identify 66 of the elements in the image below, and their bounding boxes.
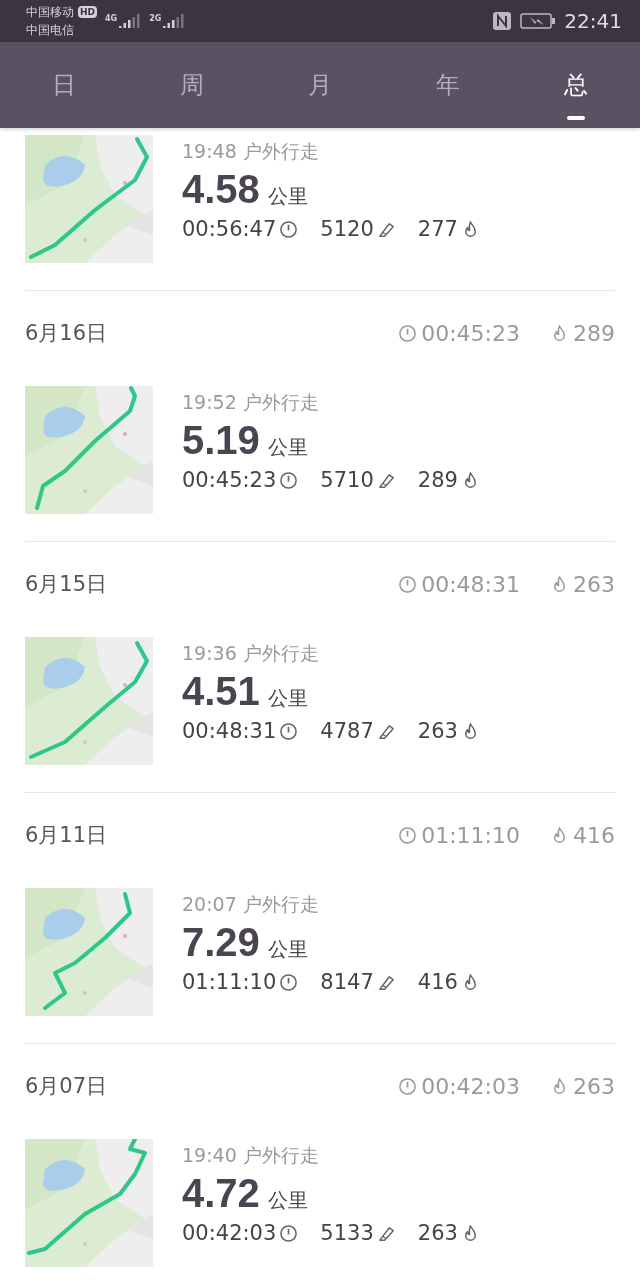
calorie-count: 277: [417, 217, 458, 241]
period-tab[interactable]: 年: [384, 42, 512, 128]
distance-value: 4.51: [182, 668, 260, 715]
distance-unit: 公里: [267, 183, 308, 210]
activity-title: 19:48 户外行走: [182, 139, 320, 163]
day-calories: 263: [573, 571, 615, 597]
hd-badge: HD: [78, 6, 97, 18]
step-count: 5133: [320, 1221, 374, 1245]
activity-duration: 00:42:03: [182, 1221, 277, 1245]
day-calories: 263: [573, 1073, 615, 1099]
step-count: 8147: [320, 970, 374, 994]
distance-value: 5.19: [182, 417, 260, 464]
clock-icon: [398, 574, 418, 594]
activity-duration: 00:48:31: [182, 719, 277, 743]
clock-icon: [279, 219, 299, 239]
day-date: 6月07日: [25, 1073, 109, 1100]
calorie-count: 263: [417, 719, 458, 743]
activity-duration: 00:45:23: [182, 468, 277, 492]
signal-icon: [163, 14, 186, 28]
carrier-name: 中国电信: [26, 22, 75, 39]
activity-title: 19:40 户外行走: [182, 1143, 320, 1167]
distance-unit: 公里: [267, 434, 308, 461]
step-count: 5120: [320, 217, 374, 241]
day-duration: 00:48:31: [421, 571, 520, 597]
clock-icon: [398, 323, 418, 343]
step-count: 4787: [320, 719, 374, 743]
clock-time: 22:41: [564, 9, 622, 33]
period-tab[interactable]: 月: [256, 42, 384, 128]
day-duration: 00:42:03: [421, 1073, 520, 1099]
calorie-count: 416: [417, 970, 458, 994]
day-duration: 01:11:10: [421, 822, 520, 848]
clock-icon: [279, 972, 299, 992]
battery-charging-icon: [520, 13, 557, 29]
network-type: 4G: [105, 14, 118, 23]
distance-unit: 公里: [267, 1187, 308, 1214]
distance-unit: 公里: [267, 936, 308, 963]
distance-value: 7.29: [182, 919, 260, 966]
calorie-count: 289: [417, 468, 458, 492]
clock-icon: [279, 1223, 299, 1243]
distance-unit: 公里: [267, 685, 308, 712]
distance-value: 4.72: [182, 1170, 260, 1217]
signal-icon: [119, 14, 142, 28]
clock-icon: [398, 1076, 418, 1096]
clock-icon: [279, 721, 299, 741]
activity-duration: 00:56:47: [182, 217, 277, 241]
period-tab[interactable]: 总: [512, 42, 640, 128]
clock-icon: [279, 470, 299, 490]
activity-duration: 01:11:10: [182, 970, 277, 994]
period-tab[interactable]: 周: [128, 42, 256, 128]
step-count: 5710: [320, 468, 374, 492]
clock-icon: [398, 825, 418, 845]
activity-title: 19:52 户外行走: [182, 390, 320, 414]
day-date: 6月15日: [25, 571, 109, 598]
carrier-name: 中国移动: [26, 4, 74, 21]
day-calories: 289: [573, 320, 615, 346]
activity-title: 19:36 户外行走: [182, 641, 320, 665]
day-duration: 00:45:23: [421, 320, 520, 346]
activity-title: 20:07 户外行走: [182, 892, 320, 916]
network-type: 2G: [149, 14, 162, 23]
day-date: 6月16日: [25, 320, 109, 347]
nfc-icon: [492, 11, 513, 31]
day-calories: 416: [573, 822, 615, 848]
calorie-count: 263: [417, 1221, 458, 1245]
period-tab[interactable]: 日: [0, 42, 128, 128]
distance-value: 4.58: [182, 166, 260, 213]
day-date: 6月11日: [25, 822, 109, 849]
